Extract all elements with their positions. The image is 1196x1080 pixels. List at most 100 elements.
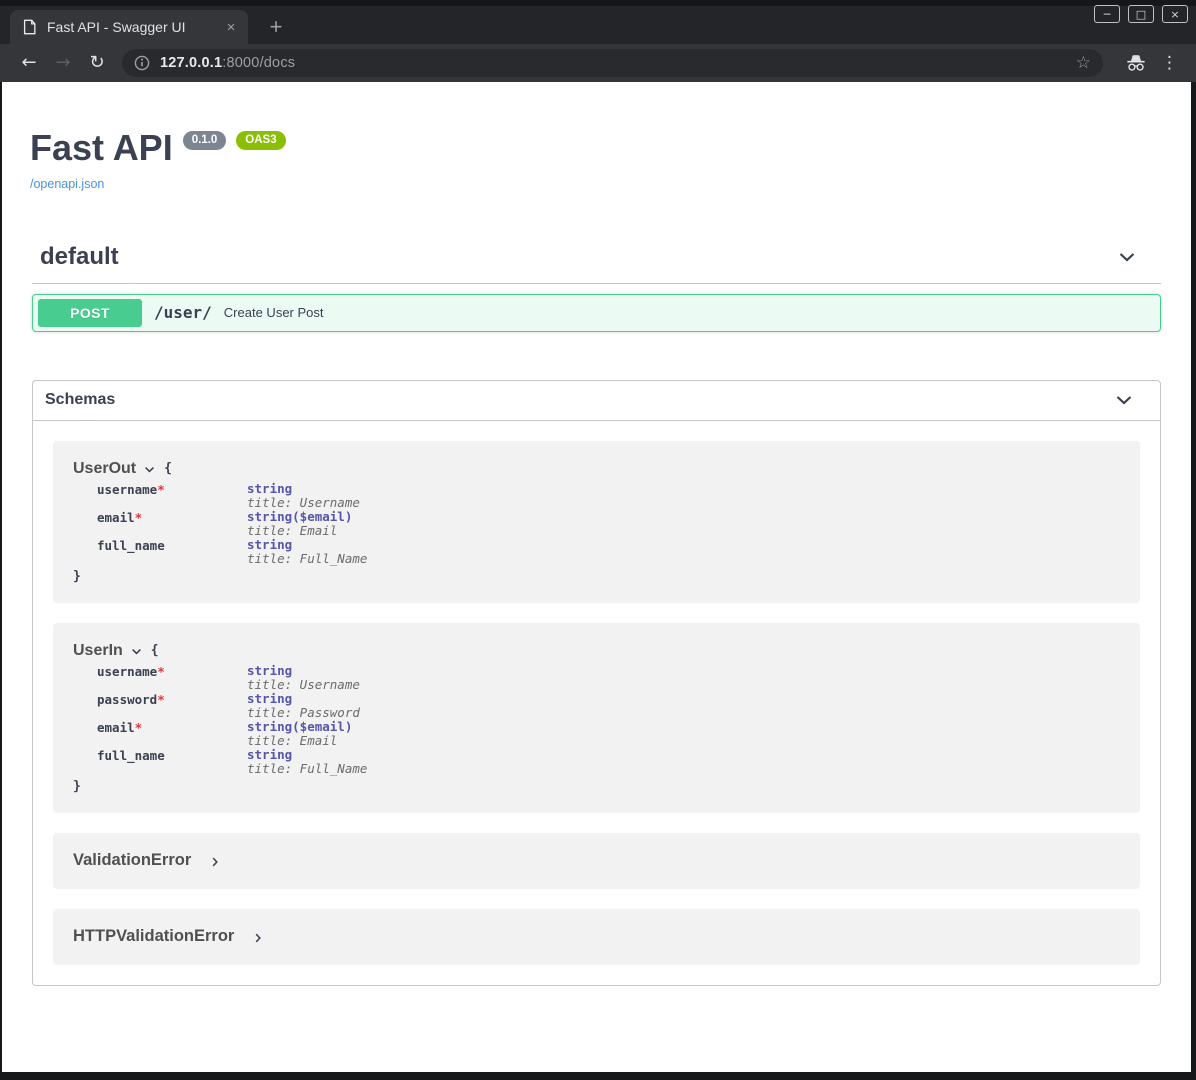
tab-close-icon[interactable]: ×	[222, 18, 240, 36]
chevron-down-icon[interactable]	[143, 463, 156, 476]
model-validationerror: ValidationError	[53, 833, 1140, 889]
oas3-badge: OAS3	[236, 131, 285, 150]
chevron-down-icon[interactable]	[130, 645, 143, 658]
property-definition: string($email) title: Email	[247, 510, 352, 538]
document-icon	[22, 19, 37, 35]
schemas-header[interactable]: Schemas	[33, 381, 1160, 421]
property-type: string	[247, 664, 360, 678]
property-definition: string title: Username	[247, 482, 360, 510]
property-type: string	[247, 748, 367, 762]
property-row: username* string title: Username	[97, 482, 1120, 510]
models-list: UserOut { username* string title: Userna…	[33, 421, 1160, 985]
property-title: title: Email	[247, 524, 352, 538]
required-star: *	[157, 692, 165, 707]
model-title[interactable]: UserOut	[73, 460, 136, 478]
property-type: string	[247, 538, 367, 552]
incognito-icon	[1125, 53, 1147, 73]
property-name-text: username	[97, 482, 157, 497]
property-name: username*	[97, 482, 247, 510]
api-info: Fast API0.1.0OAS3 /openapi.json	[2, 82, 1191, 193]
tag-title: default	[40, 243, 119, 271]
model-title[interactable]: UserIn	[73, 642, 123, 660]
property-name-text: email	[97, 510, 135, 525]
property-name-text: username	[97, 664, 157, 679]
endpoint-path-link[interactable]: /user/	[154, 303, 212, 322]
tag-section-default: default POST /user/ Create User Post	[32, 243, 1161, 332]
property-name-text: full_name	[97, 748, 165, 763]
property-name-text: password	[97, 692, 157, 707]
forward-icon[interactable]: →	[50, 50, 76, 76]
url-host: 127.0.0.1	[160, 55, 222, 71]
required-star: *	[157, 482, 165, 497]
browser-tab[interactable]: Fast API - Swagger UI ×	[10, 10, 248, 44]
info-icon[interactable]	[134, 55, 150, 71]
titlebar: Fast API - Swagger UI × + ─ □ ×	[0, 0, 1196, 44]
property-row: email* string($email) title: Email	[97, 720, 1120, 748]
property-name: password*	[97, 692, 247, 720]
endpoint-summary: Create User Post	[224, 305, 324, 320]
required-star: *	[157, 664, 165, 679]
property-row: username* string title: Username	[97, 664, 1120, 692]
new-tab-icon[interactable]: +	[264, 15, 288, 39]
url-bar[interactable]: 127.0.0.1:8000/docs ☆	[122, 49, 1103, 77]
swagger-page: Fast API0.1.0OAS3 /openapi.json default …	[2, 82, 1191, 1072]
openapi-spec-link[interactable]: /openapi.json	[30, 177, 104, 191]
property-type: string	[247, 692, 360, 706]
property-type: string($email)	[247, 720, 352, 734]
required-star: *	[135, 720, 143, 735]
api-title-text: Fast API	[30, 128, 173, 168]
property-title: title: Email	[247, 734, 352, 748]
property-title: title: Full_Name	[247, 552, 367, 566]
property-definition: string title: Username	[247, 664, 360, 692]
model-head: UserOut {	[73, 460, 1120, 478]
model-title[interactable]: HTTPValidationError	[73, 927, 234, 946]
bookmark-star-icon[interactable]: ☆	[1076, 53, 1091, 73]
property-name: full_name	[97, 748, 247, 776]
property-type: string($email)	[247, 510, 352, 524]
window-controls: ─ □ ×	[1094, 5, 1188, 23]
model-properties: username* string title: Username passwor…	[97, 664, 1120, 776]
property-name-text: full_name	[97, 538, 165, 553]
tag-header-default[interactable]: default	[32, 243, 1161, 284]
property-row: full_name string title: Full_Name	[97, 538, 1120, 566]
close-icon[interactable]: ×	[1162, 5, 1188, 23]
property-type: string	[247, 482, 360, 496]
url-text: 127.0.0.1:8000/docs	[160, 55, 295, 71]
menu-dots-icon[interactable]: ⋮	[1161, 53, 1178, 73]
property-definition: string title: Password	[247, 692, 360, 720]
page-title: Fast API0.1.0OAS3	[30, 128, 1191, 168]
chevron-down-icon[interactable]	[1117, 247, 1137, 267]
property-definition: string title: Full_Name	[247, 748, 367, 776]
schemas-section: Schemas UserOut {	[32, 380, 1161, 986]
property-title: title: Password	[247, 706, 360, 720]
property-definition: string title: Full_Name	[247, 538, 367, 566]
opblock-post-user[interactable]: POST /user/ Create User Post	[32, 294, 1161, 332]
minimize-icon[interactable]: ─	[1094, 5, 1120, 23]
property-name: email*	[97, 720, 247, 748]
model-properties: username* string title: Username email* …	[97, 482, 1120, 566]
http-method-badge: POST	[38, 299, 142, 327]
chevron-right-icon[interactable]	[209, 856, 221, 868]
back-icon[interactable]: ←	[16, 50, 42, 76]
model-head: UserIn {	[73, 642, 1120, 660]
model-userout: UserOut { username* string title: Userna…	[53, 441, 1140, 603]
reload-icon[interactable]: ↻	[84, 50, 110, 76]
url-path: :8000/docs	[222, 55, 295, 71]
browser-window: Fast API - Swagger UI × + ─ □ × ← → ↻ 12…	[0, 0, 1196, 1080]
property-title: title: Username	[247, 678, 360, 692]
tab-title: Fast API - Swagger UI	[47, 19, 222, 35]
property-definition: string($email) title: Email	[247, 720, 352, 748]
property-title: title: Username	[247, 496, 360, 510]
maximize-icon[interactable]: □	[1128, 5, 1154, 23]
property-name: full_name	[97, 538, 247, 566]
open-brace: {	[164, 461, 172, 476]
chevron-right-icon[interactable]	[252, 932, 264, 944]
model-title[interactable]: ValidationError	[73, 851, 191, 870]
chevron-down-icon[interactable]	[1114, 390, 1134, 410]
close-brace: }	[73, 569, 1120, 584]
property-row: email* string($email) title: Email	[97, 510, 1120, 538]
property-name: email*	[97, 510, 247, 538]
close-brace: }	[73, 779, 1120, 794]
property-name-text: email	[97, 720, 135, 735]
browser-toolbar: ← → ↻ 127.0.0.1:8000/docs ☆ ⋮	[0, 44, 1196, 82]
